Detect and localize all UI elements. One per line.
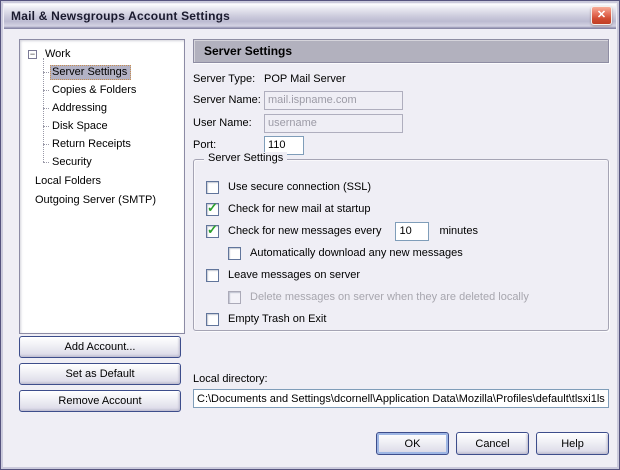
help-button[interactable]: Help (536, 432, 609, 455)
tree-item-label: Security (50, 155, 96, 170)
tree-item-server-settings[interactable]: Server Settings (43, 63, 182, 81)
checkbox-label[interactable]: Check for new mail at startup (228, 203, 370, 215)
checkbox-label: Delete messages on server when they are … (250, 291, 529, 303)
server-name-field (264, 91, 403, 110)
checkbox-row-leave-messages: ✓ Leave messages on server (206, 268, 600, 282)
tree-item-label: Work (42, 47, 73, 61)
tree-item-addressing[interactable]: Addressing (43, 99, 182, 117)
ok-button[interactable]: OK (376, 432, 449, 455)
tree-item-outgoing-server[interactable]: Outgoing Server (SMTP) (20, 190, 182, 209)
user-name-field (264, 114, 403, 133)
checkbox-check-startup[interactable]: ✓ (206, 203, 219, 216)
server-settings-groupbox: Server Settings ✓ Use secure connection … (193, 159, 609, 331)
remove-account-button[interactable]: Remove Account (19, 390, 181, 412)
tree-connector (43, 108, 49, 109)
cancel-button[interactable]: Cancel (456, 432, 529, 455)
checkbox-row-ssl: ✓ Use secure connection (SSL) (206, 180, 600, 194)
close-icon[interactable]: ✕ (591, 6, 612, 25)
port-label: Port: (193, 139, 264, 151)
local-directory-field[interactable] (193, 389, 609, 408)
checkbox-delete-messages: ✓ (228, 291, 241, 304)
tree-item-label: Addressing (50, 101, 111, 116)
local-directory-label: Local directory: (193, 373, 268, 385)
checkbox-row-empty-trash: ✓ Empty Trash on Exit (206, 312, 600, 326)
tree-item-disk-space[interactable]: Disk Space (43, 117, 182, 135)
account-tree[interactable]: − Work Server Settings Copies & Folders … (19, 39, 185, 334)
checkbox-row-check-startup: ✓ Check for new mail at startup (206, 202, 600, 216)
checkbox-row-auto-download: ✓ Automatically download any new message… (228, 246, 600, 260)
user-name-label: User Name: (193, 117, 264, 129)
user-name-row: User Name: (193, 113, 403, 133)
groupbox-body: ✓ Use secure connection (SSL) ✓ Check fo… (206, 180, 600, 334)
checkbox-leave-messages[interactable]: ✓ (206, 269, 219, 282)
minutes-label: minutes (439, 225, 478, 237)
checkbox-auto-download[interactable]: ✓ (228, 247, 241, 260)
tree-item-label: Copies & Folders (50, 83, 140, 98)
tree-item-label: Local Folders (35, 175, 101, 187)
checkmark-icon: ✓ (207, 200, 218, 216)
panel-title: Server Settings (204, 44, 292, 58)
tree-item-return-receipts[interactable]: Return Receipts (43, 135, 182, 153)
tree-connector (43, 162, 49, 163)
checkbox-label[interactable]: Empty Trash on Exit (228, 313, 326, 325)
tree-connector (43, 144, 49, 145)
server-type-label: Server Type: (193, 73, 264, 85)
tree-item-label: Outgoing Server (SMTP) (35, 194, 156, 206)
server-type-row: Server Type: POP Mail Server (193, 69, 346, 89)
checkbox-use-ssl[interactable]: ✓ (206, 181, 219, 194)
tree-item-work[interactable]: − Work (20, 45, 182, 63)
groupbox-title: Server Settings (204, 152, 287, 164)
checkbox-check-interval[interactable]: ✓ (206, 225, 219, 238)
tree-item-security[interactable]: Security (43, 153, 182, 171)
account-settings-dialog: Mail & Newsgroups Account Settings ✕ − W… (0, 0, 620, 470)
window-title: Mail & Newsgroups Account Settings (4, 9, 230, 23)
tree-connector (43, 90, 49, 91)
tree-connector (43, 72, 49, 73)
tree-expander-minus-icon[interactable]: − (28, 50, 37, 59)
tree-item-label-selected: Server Settings (50, 65, 131, 80)
checkbox-row-check-interval: ✓ Check for new messages every minutes (206, 224, 600, 238)
server-name-row: Server Name: (193, 90, 403, 110)
server-type-value: POP Mail Server (264, 73, 346, 85)
tree-connector (43, 126, 49, 127)
tree-children-group: Server Settings Copies & Folders Address… (43, 63, 182, 171)
add-account-button[interactable]: Add Account... (19, 336, 181, 358)
checkbox-label[interactable]: Use secure connection (SSL) (228, 181, 371, 193)
checkbox-label[interactable]: Leave messages on server (228, 269, 360, 281)
checkbox-empty-trash[interactable]: ✓ (206, 313, 219, 326)
checkbox-label[interactable]: Automatically download any new messages (250, 247, 463, 259)
tree-item-label: Return Receipts (50, 137, 135, 152)
tree-item-copies-folders[interactable]: Copies & Folders (43, 81, 182, 99)
checkbox-label[interactable]: Check for new messages every (228, 225, 381, 237)
title-bar[interactable]: Mail & Newsgroups Account Settings ✕ (4, 4, 616, 29)
checkbox-row-delete-messages: ✓ Delete messages on server when they ar… (228, 290, 600, 304)
server-name-label: Server Name: (193, 94, 264, 106)
interval-minutes-field[interactable] (395, 222, 429, 241)
tree-item-label: Disk Space (50, 119, 112, 134)
checkmark-icon: ✓ (207, 222, 218, 238)
panel-header: Server Settings (193, 39, 609, 63)
set-as-default-button[interactable]: Set as Default (19, 363, 181, 385)
tree-item-local-folders[interactable]: Local Folders (20, 171, 182, 190)
